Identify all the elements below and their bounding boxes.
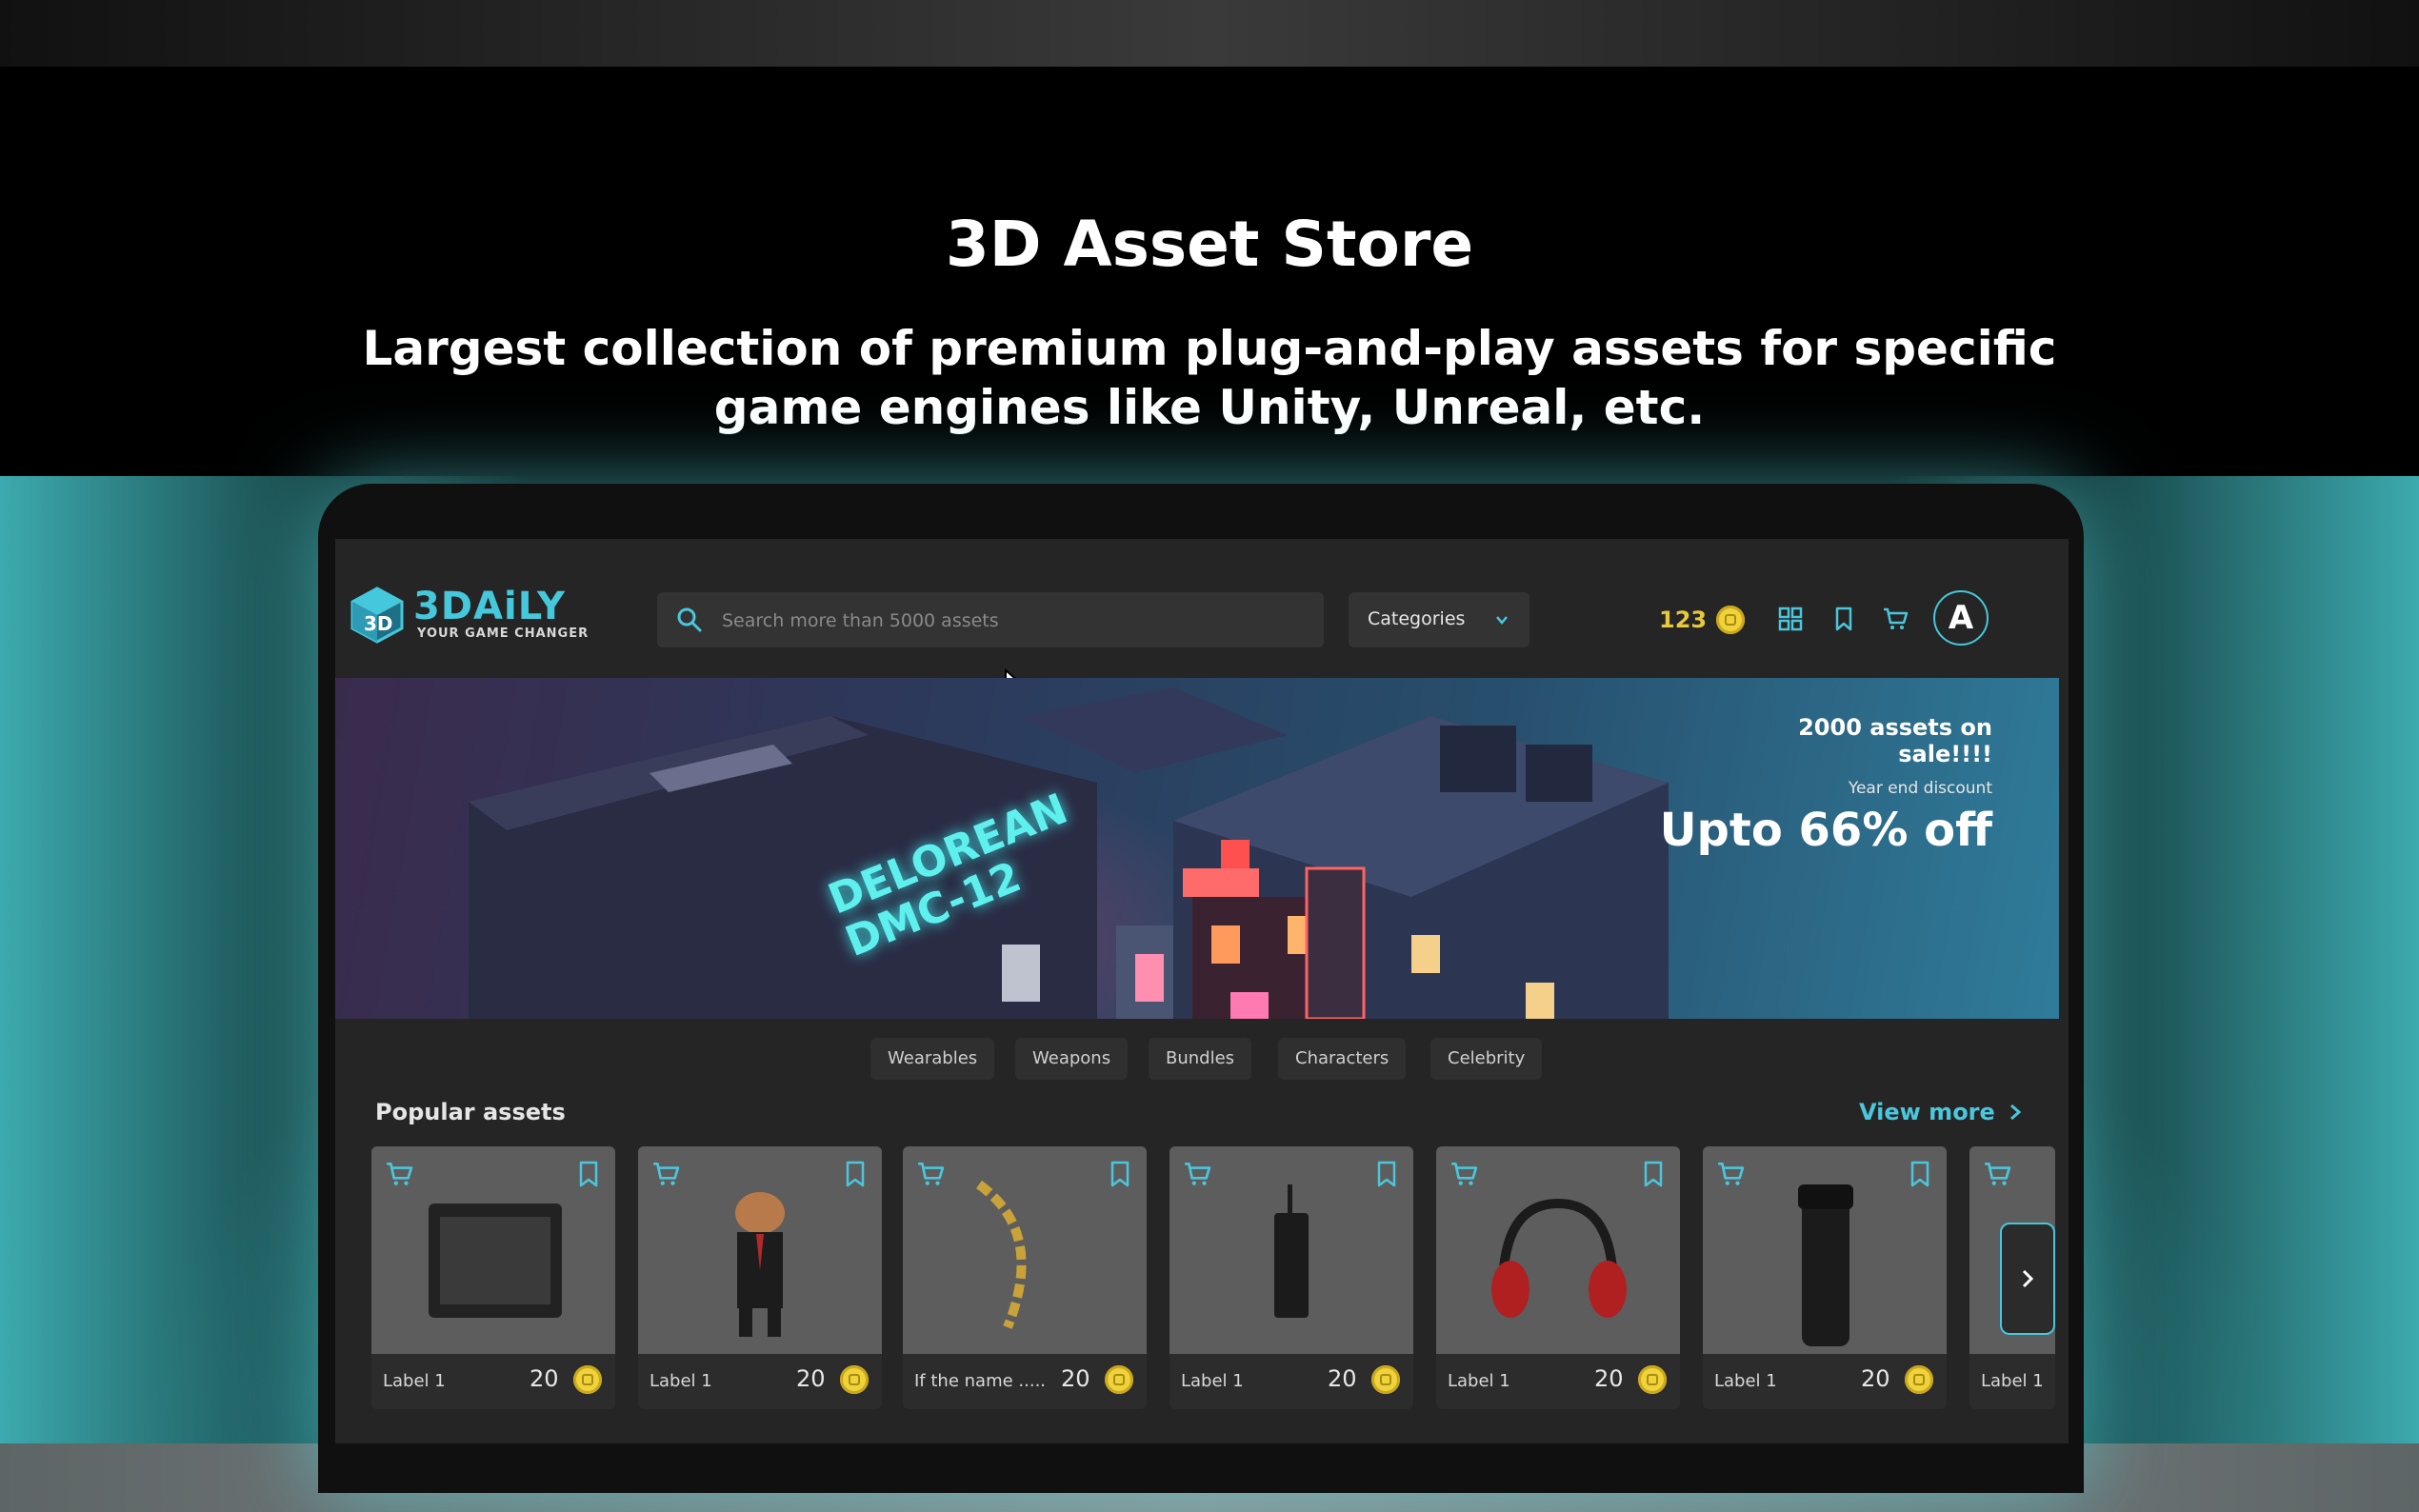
bookmark-icon[interactable] xyxy=(577,1160,600,1188)
cart-icon[interactable] xyxy=(1882,606,1909,632)
cart-icon[interactable] xyxy=(1183,1160,1211,1188)
categories-dropdown[interactable]: Categories xyxy=(1349,592,1529,647)
product-label: Label 1 xyxy=(383,1371,446,1391)
product-price: 20 xyxy=(530,1365,559,1392)
search-bar[interactable] xyxy=(657,592,1324,649)
banner-subtext: Year end discount xyxy=(1848,779,1992,798)
hero-subtitle: Largest collection of premium plug-and-p… xyxy=(362,321,2057,435)
product-label: Label 1 xyxy=(1981,1371,2044,1391)
product-price: 20 xyxy=(1861,1365,1890,1392)
logo-text: 3DAiLY xyxy=(413,585,566,628)
view-more-label: View more xyxy=(1859,1099,1995,1125)
carousel-next-button[interactable] xyxy=(2000,1223,2055,1335)
product-label: Label 1 xyxy=(650,1371,712,1391)
chip-bundles[interactable]: Bundles xyxy=(1149,1038,1252,1080)
chip-wearables[interactable]: Wearables xyxy=(870,1038,995,1080)
bookmark-icon[interactable] xyxy=(1375,1160,1398,1188)
app-screen: 3D 3DAiLY YOUR GAME CHANGER Categories 1… xyxy=(335,539,2069,1443)
coin-icon xyxy=(1716,606,1746,634)
logo[interactable]: 3D 3DAiLY YOUR GAME CHANGER xyxy=(350,585,588,646)
coin-icon xyxy=(573,1365,602,1394)
chip-celebrity[interactable]: Celebrity xyxy=(1430,1038,1543,1080)
hero-title: 3D Asset Store xyxy=(945,208,1474,281)
section-title: Popular assets xyxy=(375,1099,566,1125)
bookmark-icon[interactable] xyxy=(1909,1160,1931,1188)
product-card[interactable]: Label 1 20 xyxy=(1703,1146,1947,1409)
chevron-right-icon xyxy=(2009,1104,2022,1121)
product-label: Label 1 xyxy=(1181,1371,1244,1391)
product-card[interactable]: Label 1 20 xyxy=(638,1146,882,1409)
bookmark-icon[interactable] xyxy=(844,1160,867,1188)
bookmark-icon[interactable] xyxy=(1830,606,1857,632)
search-icon xyxy=(677,607,702,632)
product-price: 20 xyxy=(1594,1365,1624,1392)
bookmark-icon[interactable] xyxy=(1109,1160,1131,1188)
product-card[interactable]: Label 1 20 xyxy=(1436,1146,1680,1409)
cart-icon[interactable] xyxy=(651,1160,680,1188)
cart-icon[interactable] xyxy=(1983,1160,2011,1188)
top-band xyxy=(0,0,2419,67)
product-price: 20 xyxy=(796,1365,826,1392)
chip-characters[interactable]: Characters xyxy=(1278,1038,1407,1080)
product-card[interactable]: Label 1 20 xyxy=(1170,1146,1413,1409)
promo-banner[interactable]: DELOREAN DMC-12 2000 assets on sale!!!! … xyxy=(335,678,2059,1019)
coin-icon xyxy=(1638,1365,1667,1394)
bookmark-icon[interactable] xyxy=(1642,1160,1665,1188)
coin-balance[interactable]: 123 xyxy=(1659,594,1746,646)
chevron-right-icon xyxy=(2022,1269,2034,1288)
product-label: Label 1 xyxy=(1714,1371,1777,1391)
grid-icon[interactable] xyxy=(1777,606,1804,632)
view-more-link[interactable]: View more xyxy=(1859,1099,2022,1125)
logo-cube-icon: 3D xyxy=(350,587,404,644)
product-label: Label 1 xyxy=(1448,1371,1510,1391)
logo-tagline: YOUR GAME CHANGER xyxy=(417,627,590,641)
cart-icon[interactable] xyxy=(1716,1160,1745,1188)
coin-icon xyxy=(1105,1365,1133,1394)
cart-icon[interactable] xyxy=(385,1160,413,1188)
coin-count: 123 xyxy=(1659,607,1708,633)
banner-sale-text: 2000 assets on sale!!!! xyxy=(1798,714,1992,767)
product-card[interactable]: Label 1 20 xyxy=(371,1146,615,1409)
coin-icon xyxy=(1371,1365,1400,1394)
product-label: If the name ..... xyxy=(914,1371,1047,1391)
chip-weapons[interactable]: Weapons xyxy=(1015,1038,1129,1080)
cart-icon[interactable] xyxy=(916,1160,945,1188)
chevron-down-icon xyxy=(1496,616,1508,625)
svg-text:3D: 3D xyxy=(364,612,393,635)
product-price: 20 xyxy=(1328,1365,1357,1392)
banner-discount-text: Upto 66% off xyxy=(1659,804,1992,857)
categories-label: Categories xyxy=(1368,608,1466,629)
product-price: 20 xyxy=(1061,1365,1090,1392)
product-card[interactable]: If the name ..... 20 xyxy=(903,1146,1147,1409)
user-avatar[interactable]: A xyxy=(1933,590,1989,646)
search-input[interactable] xyxy=(720,592,1314,649)
cart-icon[interactable] xyxy=(1449,1160,1478,1188)
coin-icon xyxy=(840,1365,869,1394)
coin-icon xyxy=(1905,1365,1933,1394)
